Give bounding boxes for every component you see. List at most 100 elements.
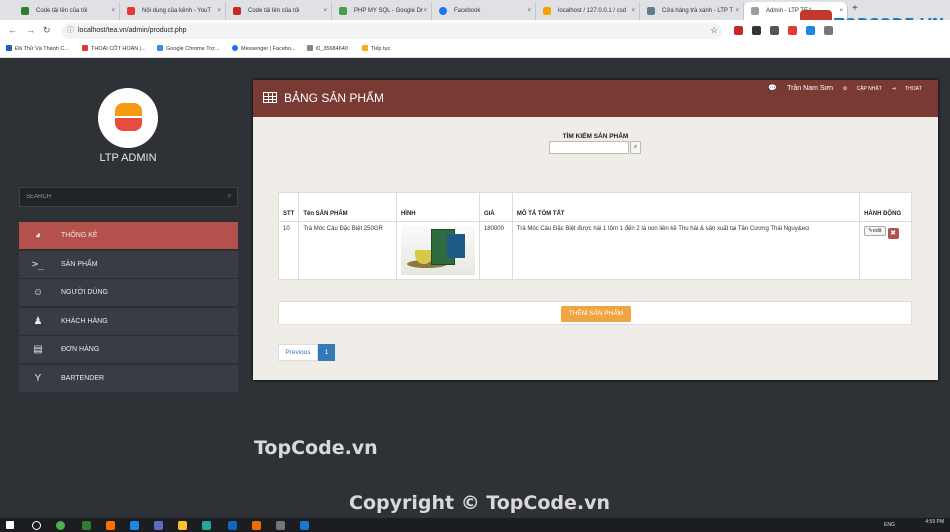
page-1-button[interactable]: 1 — [318, 344, 335, 361]
browser-tab[interactable]: Nội dung của kênh - YouT × — [120, 2, 226, 20]
add-product-row: THÊM SẢN PHẨM — [278, 301, 912, 325]
pagination: Previous 1 — [278, 344, 335, 362]
chrome-icon[interactable] — [56, 521, 65, 530]
user-menu: 💬 Trần Nam Sơn ⚙ CẬP NHẬT ⇥ THOÁT — [760, 84, 922, 92]
close-icon[interactable]: × — [217, 2, 221, 20]
bookmark-label: Google Chrome Trợ... — [166, 46, 220, 52]
word-icon[interactable] — [300, 521, 309, 530]
language-indicator[interactable]: ENG — [884, 522, 895, 528]
bookmark-icon — [82, 45, 88, 51]
browser-tab[interactable]: PHP MY SQL - Google Dr × — [332, 2, 432, 20]
windows-start-icon[interactable] — [6, 521, 14, 529]
back-icon[interactable]: ← — [8, 25, 17, 35]
add-product-button[interactable]: THÊM SẢN PHẨM — [561, 306, 631, 322]
tab-favicon-icon — [647, 7, 655, 15]
sidebar-item-san-pham[interactable]: >_ SẢN PHẨM — [19, 250, 238, 279]
close-icon[interactable]: × — [527, 2, 531, 20]
bookmark-item[interactable]: Đã Thử Và Thành C... — [6, 45, 69, 52]
search-icon[interactable] — [32, 521, 41, 530]
bookmark-item[interactable]: THOÁI CỐT HOÀN |... — [82, 45, 146, 52]
sidebar-item-don-hang[interactable]: ▤ ĐƠN HÀNG — [19, 336, 238, 364]
extension-icons — [734, 26, 842, 37]
stt-cell: 10 — [277, 221, 300, 280]
browser-tab[interactable]: Code tải lên của tôi × — [14, 2, 120, 20]
sidebar-search-input[interactable] — [20, 188, 220, 206]
tab-title: Facebook — [454, 8, 481, 14]
logout-label: THOÁT — [905, 86, 922, 92]
forward-icon[interactable]: → — [26, 25, 35, 35]
update-label: CẬP NHẬT — [856, 86, 882, 92]
sidebar-item-nguoi-dung[interactable]: ☺ NGƯỜI DÙNG — [19, 279, 238, 307]
visual-studio-icon[interactable] — [154, 521, 163, 530]
admin-name: LTP ADMIN — [99, 152, 157, 164]
bookmark-item[interactable]: Google Chrome Trợ... — [157, 45, 219, 52]
previous-page-button[interactable]: Previous — [278, 344, 318, 361]
sidebar-menu: ◕ THỐNG KÊ >_ SẢN PHẨM ☺ NGƯỜI DÙNG ♟ KH… — [19, 222, 238, 393]
browser-tab[interactable]: Code tải lên của tôi × — [226, 2, 332, 20]
close-icon[interactable]: × — [323, 2, 327, 20]
bookmark-item[interactable]: i0_35684640 — [307, 45, 348, 52]
watermark-text: TopCode.vn — [254, 437, 378, 459]
close-icon[interactable]: × — [111, 2, 115, 20]
browser-tab[interactable]: Cửa hàng trà xanh - LTP T × — [640, 2, 744, 20]
bookmarks-bar: Đã Thử Và Thành C... THOÁI CỐT HOÀN |...… — [0, 42, 950, 58]
tab-favicon-icon — [543, 7, 551, 15]
app-icon[interactable] — [82, 521, 91, 530]
reload-icon[interactable]: ↻ — [43, 25, 51, 36]
xampp-icon[interactable] — [252, 521, 261, 530]
bookmark-label: Tiếp tục — [371, 46, 391, 52]
tab-favicon-icon — [751, 7, 759, 15]
browser-tab[interactable]: Facebook × — [432, 2, 536, 20]
sidebar-item-label: SẢN PHẨM — [61, 260, 98, 268]
extension-icon[interactable] — [824, 26, 833, 35]
bookmark-item[interactable]: Messenger | Facebo... — [232, 45, 296, 52]
app-icon[interactable] — [202, 521, 211, 530]
delete-button[interactable]: ✖ — [887, 228, 899, 239]
tab-title: Cửa hàng trà xanh - LTP T — [662, 8, 734, 14]
update-link[interactable]: ⚙ CẬP NHẬT — [843, 86, 882, 92]
close-icon[interactable]: × — [423, 2, 427, 20]
bookmark-item[interactable]: Tiếp tục — [362, 45, 390, 52]
extension-icon[interactable] — [734, 26, 743, 35]
close-icon[interactable]: × — [631, 2, 635, 20]
illustrator-icon[interactable] — [106, 521, 115, 530]
vscode-icon[interactable] — [130, 521, 139, 530]
product-search-input[interactable] — [549, 141, 629, 154]
browser-tab[interactable]: localhost / 127.0.0.1 / csd × — [536, 2, 640, 20]
extension-icon[interactable] — [806, 26, 815, 35]
extension-icon[interactable] — [788, 26, 797, 35]
extension-icon[interactable] — [770, 26, 779, 35]
url-text: localhost/tea.vn/admin/product.php — [78, 27, 187, 34]
user-link[interactable]: 💬 Trần Nam Sơn — [768, 85, 833, 92]
photoshop-icon[interactable] — [228, 521, 237, 530]
sidebar-item-thong-ke[interactable]: ◕ THỐNG KÊ — [19, 222, 238, 250]
close-icon[interactable]: × — [735, 2, 739, 20]
url-field[interactable]: ⓘ localhost/tea.vn/admin/product.php — [62, 23, 722, 39]
edit-button[interactable]: ✎edit — [864, 226, 886, 236]
column-header: HÀNH ĐỘNG — [859, 192, 912, 222]
bookmark-icon — [6, 45, 12, 51]
sidebar-item-bartender[interactable]: Y BARTENDER — [19, 364, 238, 393]
folder-icon[interactable] — [178, 521, 187, 530]
tab-title: Nội dung của kênh - YouT — [142, 8, 212, 14]
extension-icon[interactable] — [752, 26, 761, 35]
logout-link[interactable]: ⇥ THOÁT — [891, 86, 922, 92]
info-icon[interactable]: ⓘ — [67, 23, 74, 39]
column-header: Tên SẢN PHẨM — [298, 192, 397, 222]
cocktail-icon: Y — [34, 372, 42, 384]
tab-favicon-icon — [233, 7, 241, 15]
clock[interactable]: 4:59 PM — [925, 519, 944, 525]
description-cell: Trà Móc Câu Đặc Biệt được hái 1 tôm 1 đế… — [511, 221, 861, 280]
image-shape — [446, 234, 465, 258]
facebook-icon — [439, 7, 447, 15]
search-icon[interactable]: ⌕ — [630, 141, 641, 154]
sidebar-item-label: BARTENDER — [61, 374, 105, 382]
bookmark-star-icon[interactable]: ☆ — [710, 25, 718, 36]
search-icon[interactable]: ⌕ — [228, 191, 232, 201]
product-search-area: TÌM KIẾM SẢN PHẨM ⌕ — [253, 133, 938, 154]
column-header: GIÁ — [478, 192, 513, 222]
app-icon[interactable] — [276, 521, 285, 530]
table-header-row: STT Tên SẢN PHẨM HÌNH GIÁ MÔ TẢ TÓM TẮT … — [277, 192, 912, 222]
sidebar-item-khach-hang[interactable]: ♟ KHÁCH HÀNG — [19, 307, 238, 336]
tab-favicon-icon — [21, 7, 29, 15]
